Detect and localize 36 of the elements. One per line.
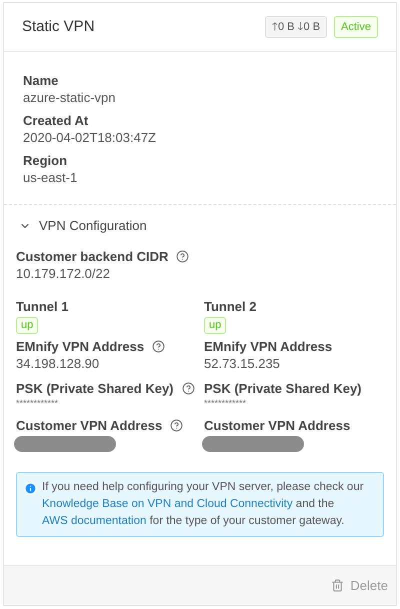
tunnel-title: Tunnel 1 xyxy=(16,298,70,315)
tunnel-status-badge: up xyxy=(16,317,38,334)
field-value: 10.179.172.0/22 xyxy=(16,265,111,282)
info-icon xyxy=(24,482,37,495)
help-icon[interactable] xyxy=(152,340,166,353)
status-badge: Active xyxy=(334,16,378,38)
field-label: EMnify VPN Address xyxy=(204,338,332,355)
field-label: Name xyxy=(23,72,60,89)
field-label: Created At xyxy=(23,112,90,129)
section-toggle[interactable]: VPN Configuration xyxy=(16,217,384,235)
tunnel-status-badge: up xyxy=(204,317,226,334)
field-label: PSK (Private Shared Key) xyxy=(16,380,174,397)
help-link[interactable]: Knowledge Base on VPN and Cloud Connectivity xyxy=(42,498,293,510)
field-value: 52.73.15.235 xyxy=(204,355,281,372)
field-label: Customer VPN Address xyxy=(204,417,350,434)
field-label: PSK (Private Shared Key) xyxy=(204,380,362,397)
traffic-counter: 🡑0 B 🡓0 B xyxy=(264,16,328,38)
field-label: Customer backend CIDR xyxy=(16,248,168,265)
trash-icon xyxy=(331,579,344,592)
field-label: Customer VPN Address xyxy=(16,417,162,434)
help-link[interactable]: AWS documentation xyxy=(42,515,146,527)
delete-button[interactable]: Delete xyxy=(331,576,388,596)
tunnel-title: Tunnel 2 xyxy=(204,298,258,315)
help-icon[interactable] xyxy=(182,382,195,395)
field-value: 34.198.128.90 xyxy=(16,355,100,372)
field-value: us-east-1 xyxy=(23,169,78,186)
masked-value: ************ xyxy=(16,397,60,409)
masked-value: ************ xyxy=(204,397,248,409)
info-text: If you need help configuring your VPN server, please check our Knowledge Base on VPN and Cloud Connectivity and the AWS documentation for the type of your customer gateway. xyxy=(42,480,365,529)
field-value: 2020-04-02T18:03:47Z xyxy=(23,129,157,146)
field-value: azure-static-vpn xyxy=(23,89,116,106)
field-label: EMnify VPN Address xyxy=(16,338,144,355)
help-icon[interactable] xyxy=(170,419,184,432)
field-label: Region xyxy=(23,152,68,169)
help-icon[interactable] xyxy=(176,250,190,263)
panel-title: Static VPN xyxy=(22,16,95,37)
